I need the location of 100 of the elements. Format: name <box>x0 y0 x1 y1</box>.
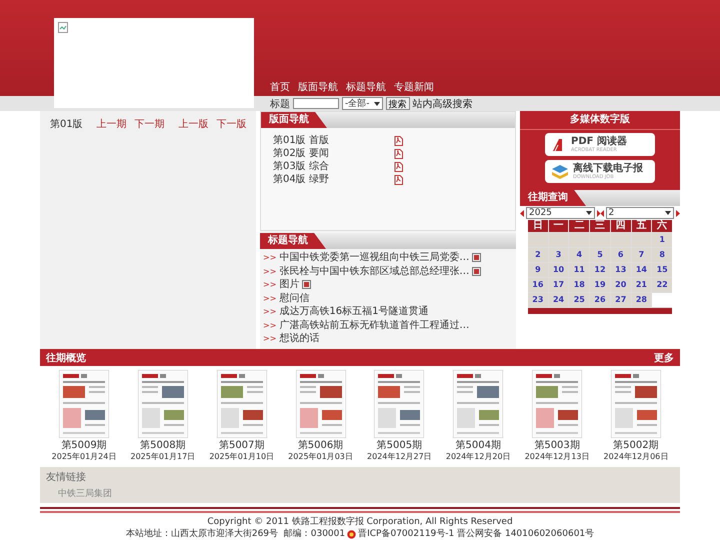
calendar-day[interactable]: 5 <box>590 248 610 262</box>
calendar-day[interactable]: 8 <box>652 248 672 262</box>
nav-link[interactable]: 专题新闻 <box>394 80 434 94</box>
calendar-day[interactable]: 23 <box>528 293 548 307</box>
previous-icon[interactable] <box>520 210 524 216</box>
weekday-header: 一 <box>548 220 568 232</box>
caret-icon <box>586 211 592 215</box>
issue-number[interactable]: 第5006期 <box>298 440 344 451</box>
calendar-day[interactable]: 7 <box>632 248 652 262</box>
registration-text: 晋ICP备07002119号-1 晋公网安备 14010602060601号 <box>358 528 594 540</box>
page-link[interactable]: 上一版 <box>178 117 209 131</box>
next-icon[interactable] <box>676 210 680 216</box>
issue-number[interactable]: 第5005期 <box>376 440 422 451</box>
calendar-day[interactable]: 2 <box>528 248 548 262</box>
article-link[interactable]: 中国中铁党委第一巡视组向中铁三局党委… <box>279 251 470 264</box>
issue-number[interactable]: 第5009期 <box>61 440 107 451</box>
panel-title: 往期查询 <box>520 190 586 206</box>
calendar-day[interactable]: 25 <box>569 293 590 307</box>
panel-title: 标题导航 <box>260 233 326 249</box>
article-link[interactable]: 成达万高铁16标五福1号隧道贯通 <box>279 305 428 318</box>
caret-icon <box>665 211 671 215</box>
more-link[interactable]: 更多 <box>654 350 674 364</box>
pdf-icon[interactable] <box>394 136 403 146</box>
calendar-day[interactable]: 26 <box>590 293 610 307</box>
page-link[interactable]: 第03版 综合 <box>273 160 329 173</box>
calendar-day[interactable]: 3 <box>548 248 568 262</box>
calendar-blank <box>528 233 548 247</box>
issue-number[interactable]: 第5008期 <box>140 440 186 451</box>
page-link[interactable]: 第04版 绿野 <box>273 173 329 186</box>
calendar-day[interactable]: 27 <box>610 293 631 307</box>
weekday-header: 二 <box>569 220 590 232</box>
stack-icon <box>551 164 569 180</box>
calendar-day[interactable]: 21 <box>632 278 652 292</box>
issue-number[interactable]: 第5007期 <box>218 440 264 451</box>
weekday-header: 四 <box>610 220 631 232</box>
search-button[interactable]: 搜索 <box>386 97 410 110</box>
year-dropdown[interactable]: 2025 <box>526 207 594 219</box>
advanced-search-link[interactable]: 站内高级搜索 <box>412 96 472 110</box>
calendar-day[interactable]: 11 <box>569 263 590 277</box>
page-link[interactable]: 第02版 要闻 <box>273 147 329 160</box>
panel-title: 多媒体数字版 <box>520 111 680 130</box>
panel-title: 版面导航 <box>261 112 327 128</box>
page-link[interactable]: 第01版 首版 <box>273 134 329 147</box>
picture-attachment-icon[interactable] <box>472 266 482 276</box>
issue-link[interactable]: 上一期 <box>96 117 127 131</box>
bullet-marker: >> <box>263 333 276 345</box>
scope-dropdown[interactable]: -全部- <box>342 97 382 110</box>
calendar-day[interactable]: 28 <box>632 293 652 307</box>
weekday-header: 三 <box>590 220 610 232</box>
calendar-day[interactable]: 6 <box>610 248 631 262</box>
emblem-icon <box>347 530 356 538</box>
pdf-icon[interactable] <box>394 174 403 184</box>
jump-icon[interactable] <box>596 210 604 216</box>
pdf-icon[interactable] <box>394 148 403 158</box>
calendar-blank <box>548 233 568 247</box>
nav-link[interactable]: 首页 <box>270 80 290 94</box>
calendar-day[interactable]: 16 <box>528 278 548 292</box>
pdf-icon[interactable] <box>394 162 403 172</box>
calendar-day[interactable]: 24 <box>548 293 568 307</box>
article-link[interactable]: 广湛高铁站前五标无砟轨道首件工程通过… <box>279 318 470 332</box>
issue-number[interactable]: 第5003期 <box>534 440 580 451</box>
issue-date: 2024年12月20日 <box>446 451 511 462</box>
calendar-day[interactable]: 17 <box>548 278 568 292</box>
calendar-day[interactable]: 12 <box>590 263 610 277</box>
page-link[interactable]: 下一版 <box>216 117 247 131</box>
calendar-day[interactable]: 15 <box>652 263 672 277</box>
bullet-marker: >> <box>263 252 276 264</box>
picture-attachment-icon[interactable] <box>302 280 312 290</box>
nav-link[interactable]: 版面导航 <box>298 80 338 94</box>
address-text: 本站地址：山西太原市迎泽大街269号 邮编：030001 <box>126 528 346 540</box>
issue-number[interactable]: 第5002期 <box>613 440 659 451</box>
article-link[interactable]: 图片 <box>279 278 300 292</box>
article-link[interactable]: 想说的话 <box>279 332 320 346</box>
issue-date: 2025年01月10日 <box>209 451 274 462</box>
article-link[interactable]: 张民栓与中国中铁东部区域总部总经理张… <box>279 264 470 278</box>
calendar-day[interactable]: 18 <box>569 278 590 292</box>
issue-date: 2025年01月24日 <box>52 451 116 462</box>
issue-link[interactable]: 下一期 <box>134 117 165 131</box>
calendar-day[interactable]: 4 <box>569 248 590 262</box>
calendar-day[interactable]: 1 <box>652 233 672 247</box>
bullet-marker: >> <box>263 306 276 318</box>
calendar-day[interactable]: 10 <box>548 263 568 277</box>
calendar-day[interactable]: 19 <box>590 278 610 292</box>
issue-number[interactable]: 第5004期 <box>455 440 501 451</box>
calendar-day[interactable]: 22 <box>652 278 672 292</box>
issue-date: 2025年01月17日 <box>130 451 196 462</box>
search-field[interactable] <box>293 98 339 109</box>
month-dropdown[interactable]: 2 <box>606 207 674 219</box>
calendar-blank <box>610 233 631 247</box>
nav-link[interactable]: 标题导航 <box>346 80 386 94</box>
calendar-day[interactable]: 14 <box>632 263 652 277</box>
calendar-day[interactable]: 13 <box>610 263 631 277</box>
calendar-day[interactable]: 9 <box>528 263 548 277</box>
section-title: 友情链接 <box>46 470 87 484</box>
picture-attachment-icon[interactable] <box>472 253 482 262</box>
calendar-day[interactable]: 20 <box>610 278 631 292</box>
search-label: 标题 <box>270 98 290 110</box>
issue-date: 2024年12月06日 <box>604 451 668 462</box>
article-link[interactable]: 慰问信 <box>279 292 310 305</box>
issue-date: 2024年12月13日 <box>524 451 590 462</box>
